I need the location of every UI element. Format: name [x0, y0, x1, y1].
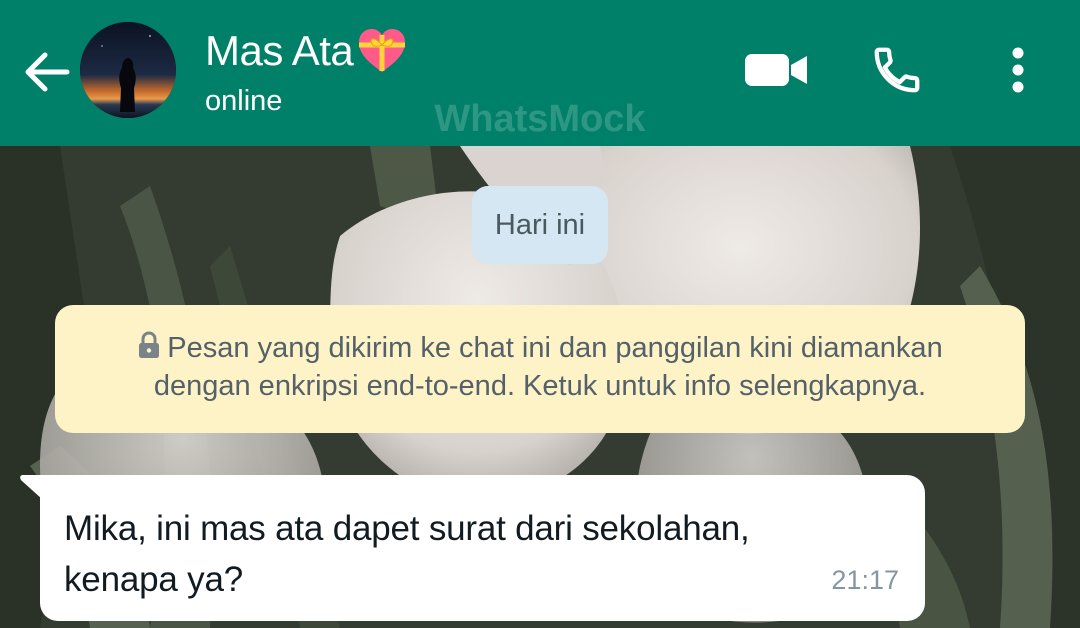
- chat-screen: Mas Ata online WhatsMock Hari ini Pesan …: [0, 0, 1080, 628]
- encryption-notice[interactable]: Pesan yang dikirim ke chat ini dan pangg…: [55, 305, 1025, 433]
- contact-name-text: Mas Ata: [205, 27, 354, 74]
- date-chip: Hari ini: [472, 186, 608, 264]
- contact-status: online: [205, 85, 283, 117]
- phone-icon: [874, 47, 920, 93]
- lock-icon: [139, 331, 160, 358]
- back-button[interactable]: [18, 44, 74, 100]
- voice-call-button[interactable]: [864, 40, 930, 100]
- arrow-left-icon: [25, 52, 70, 92]
- message-bubble-incoming[interactable]: Mika, ini mas ata dapet surat dari sekol…: [20, 475, 925, 621]
- contact-name[interactable]: Mas Ata: [205, 24, 409, 78]
- watermark: WhatsMock: [434, 98, 646, 140]
- message-text: Mika, ini mas ata dapet surat dari sekol…: [64, 509, 750, 599]
- chat-header: Mas Ata online WhatsMock: [0, 0, 1080, 146]
- video-call-button[interactable]: [738, 40, 814, 100]
- chat-area[interactable]: Hari ini Pesan yang dikirim ke chat ini …: [0, 146, 1080, 628]
- avatar[interactable]: [80, 22, 176, 118]
- message-time: 21:17: [831, 565, 899, 595]
- heart-with-ribbon-emoji: [359, 29, 406, 72]
- video-call-icon: [745, 54, 807, 86]
- bubble-tail: [20, 475, 42, 499]
- more-vert-icon: [1012, 47, 1024, 93]
- more-options-button[interactable]: [996, 40, 1040, 100]
- encryption-notice-text: Pesan yang dikirim ke chat ini dan pangg…: [153, 332, 943, 402]
